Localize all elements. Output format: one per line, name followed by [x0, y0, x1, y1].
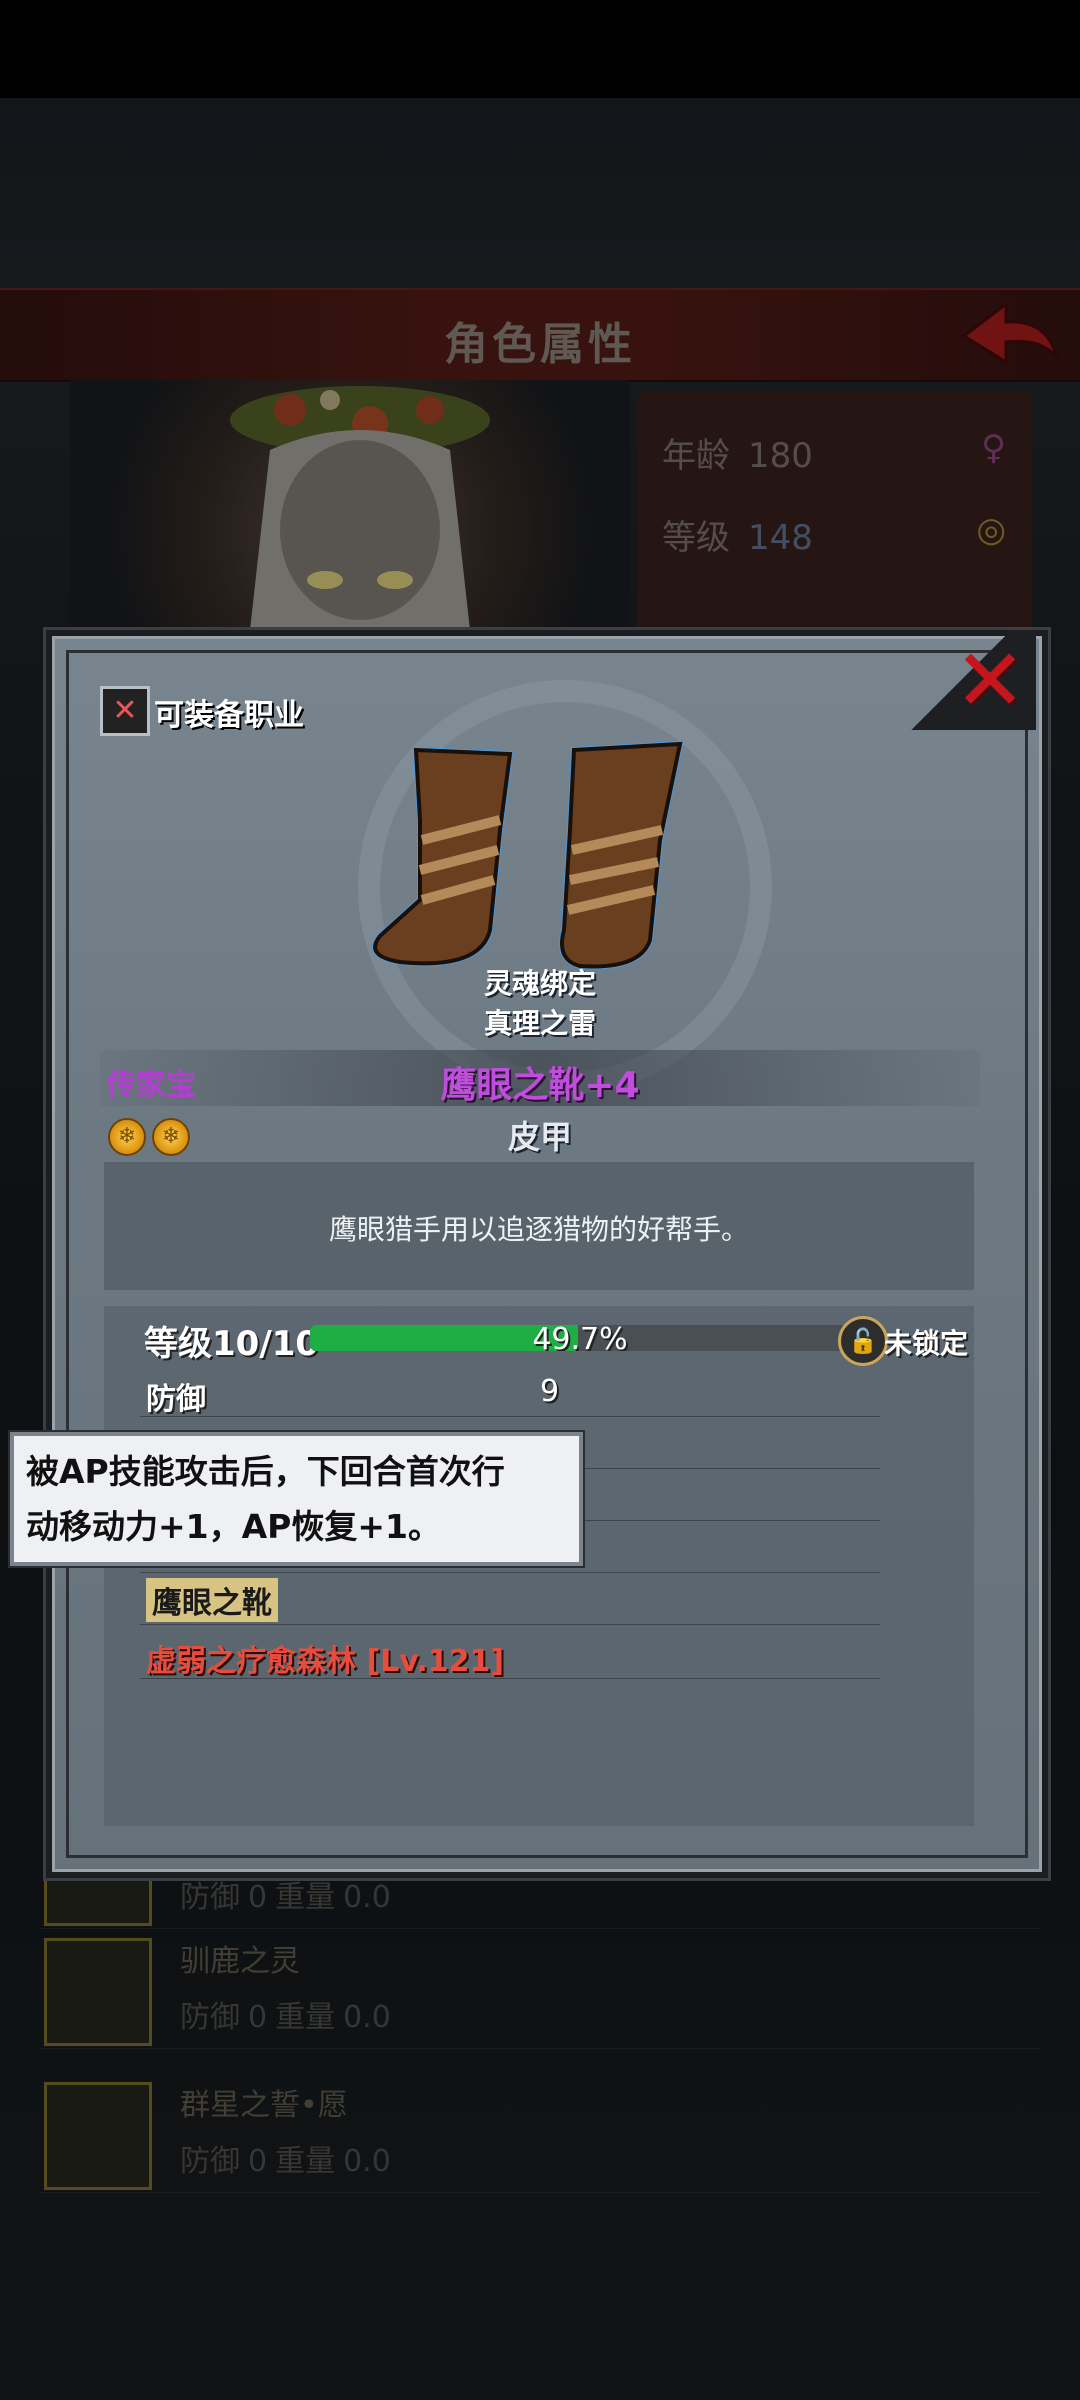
level-label: 等级10/10: [144, 1324, 320, 1364]
tooltip-text: 被AP技能攻击后，下回合首次行 动移动力+1，AP恢复+1。: [26, 1444, 566, 1554]
binding-status: 灵魂绑定: [483, 967, 596, 1000]
boots-image: [372, 740, 684, 970]
close-button[interactable]: ✕: [886, 630, 1036, 730]
set-name[interactable]: 鹰眼之靴: [146, 1578, 278, 1622]
skill-tooltip: 被AP技能攻击后，下回合首次行 动移动力+1，AP恢复+1。: [10, 1432, 583, 1566]
divider: [140, 1678, 880, 1679]
tooltip-line: 被AP技能攻击后，下回合首次行: [26, 1452, 505, 1491]
skill-name[interactable]: 虚弱之疗愈森林 [Lv.121]: [146, 1636, 504, 1680]
equip-class-label[interactable]: 可装备职业: [154, 690, 304, 734]
divider: [140, 1416, 880, 1417]
status-bar: [0, 0, 1080, 98]
binding-owner: 真理之雷: [483, 1007, 596, 1040]
upgrade-progress-bar: 49.7%: [310, 1325, 850, 1351]
item-title: 鹰眼之靴+4: [440, 1065, 640, 1106]
attr-name: 防御: [146, 1382, 206, 1417]
attr-value: 9: [540, 1374, 560, 1409]
progress-text: 49.7%: [532, 1325, 628, 1351]
tooltip-line: 动移动力+1，AP恢复+1。: [26, 1507, 441, 1546]
close-icon[interactable]: ✕: [954, 638, 1026, 724]
stats-box: [104, 1306, 974, 1826]
item-type: 皮甲: [507, 1118, 572, 1156]
lock-icon[interactable]: 🔓: [838, 1316, 888, 1366]
description-box: 鹰眼猎手用以追逐猎物的好帮手。: [104, 1162, 974, 1290]
class-icon[interactable]: ✕: [100, 686, 150, 736]
item-description: 鹰眼猎手用以追逐猎物的好帮手。: [328, 1213, 749, 1246]
divider: [140, 1624, 880, 1625]
divider: [140, 1572, 880, 1573]
lock-label[interactable]: 未锁定: [884, 1322, 968, 1362]
